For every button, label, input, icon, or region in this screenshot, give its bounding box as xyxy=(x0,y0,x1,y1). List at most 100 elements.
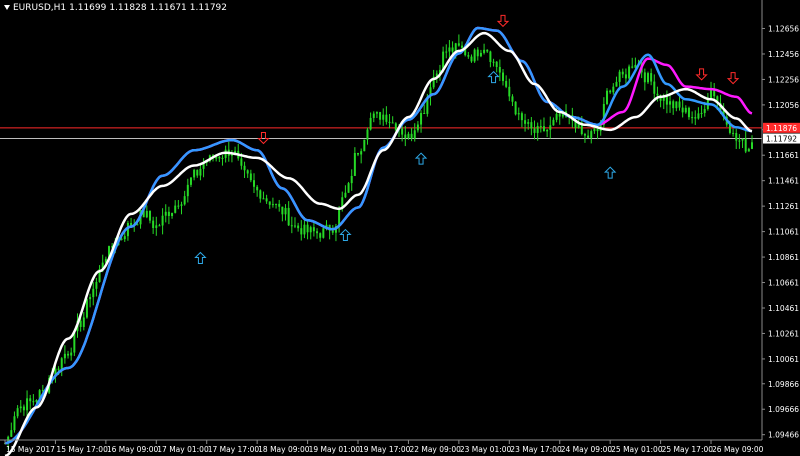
candle-body xyxy=(744,138,747,152)
candle-body xyxy=(681,107,684,113)
candle-body xyxy=(675,101,678,109)
candle-body xyxy=(401,128,404,135)
candle-body xyxy=(123,236,126,240)
candle-body xyxy=(628,66,631,79)
candle-body xyxy=(747,148,750,152)
chevron-down-icon[interactable] xyxy=(4,5,10,10)
candle-body xyxy=(448,47,451,52)
candle-body xyxy=(19,406,22,409)
y-tick-label: 1.10461 xyxy=(768,304,799,313)
candle-body xyxy=(199,168,202,176)
candle-body xyxy=(177,205,180,207)
candle-body xyxy=(609,90,612,93)
candle-body xyxy=(536,126,539,133)
candle-body xyxy=(196,169,199,176)
candle-body xyxy=(287,207,290,226)
y-tick-label: 1.10661 xyxy=(768,279,799,288)
candle-body xyxy=(420,113,423,125)
y-tick-label: 1.12056 xyxy=(768,101,799,110)
candle-body xyxy=(82,317,85,327)
candle-body xyxy=(751,142,753,149)
x-tick-label: 22 May 09:00 xyxy=(409,445,461,454)
candle-body xyxy=(684,107,687,113)
candle-body xyxy=(656,93,659,96)
candle-body xyxy=(92,288,95,298)
x-tick-label: 18 May 09:00 xyxy=(258,445,310,454)
candle-body xyxy=(268,201,271,205)
candle-body xyxy=(10,430,13,437)
candle-body xyxy=(246,170,249,174)
candle-body xyxy=(492,61,495,63)
candle-body xyxy=(549,125,552,130)
candle-body xyxy=(174,205,177,213)
candle-body xyxy=(167,211,170,216)
candle-body xyxy=(473,49,476,62)
candle-body xyxy=(29,398,32,402)
candle-body xyxy=(511,96,514,102)
price-chart[interactable]: 1.126561.124561.122561.120561.118611.116… xyxy=(0,0,800,456)
open-value: 1.11699 xyxy=(69,3,107,13)
candle-body xyxy=(606,90,609,104)
candle-body xyxy=(95,281,98,289)
candle-body xyxy=(32,401,35,403)
low-value: 1.11671 xyxy=(149,3,187,13)
candle-body xyxy=(498,66,501,73)
candle-body xyxy=(650,73,653,82)
candle-body xyxy=(26,398,29,411)
candle-body xyxy=(555,113,558,120)
candle-body xyxy=(240,158,243,166)
candle-body xyxy=(85,299,88,318)
candle-body xyxy=(382,114,385,120)
chart-header[interactable]: EURUSD,H1 1.11699 1.11828 1.11671 1.11792 xyxy=(4,3,230,13)
y-tick-label: 1.11261 xyxy=(768,202,799,211)
candle-body xyxy=(517,113,520,115)
y-tick-label: 1.09666 xyxy=(768,405,799,414)
candle-body xyxy=(369,117,372,130)
candle-body xyxy=(63,353,66,359)
candle-body xyxy=(375,112,378,114)
x-tick-label: 15 May 2017 xyxy=(6,445,55,454)
candle-body xyxy=(593,128,596,132)
candle-body xyxy=(407,133,410,139)
y-tick-label: 1.10061 xyxy=(768,355,799,364)
candle-body xyxy=(180,204,183,206)
candle-body xyxy=(152,220,155,229)
y-tick-label: 1.11661 xyxy=(768,151,799,160)
x-tick-label: 17 May 17:00 xyxy=(208,445,260,454)
y-tick-label: 1.09866 xyxy=(768,380,799,389)
candle-body xyxy=(587,135,590,138)
candle-body xyxy=(631,66,634,68)
candle-body xyxy=(218,156,221,159)
candle-body xyxy=(653,81,656,94)
candle-body xyxy=(558,113,561,117)
candle-body xyxy=(253,180,255,187)
candle-body xyxy=(372,113,375,118)
candle-body xyxy=(524,120,527,124)
y-tick-label: 1.09466 xyxy=(768,431,799,440)
candle-body xyxy=(271,204,274,206)
candle-body xyxy=(70,352,73,356)
candle-body xyxy=(186,184,189,197)
candle-body xyxy=(265,198,268,202)
candle-body xyxy=(489,51,492,63)
candle-body xyxy=(552,119,555,126)
candle-body xyxy=(303,224,306,235)
candle-body xyxy=(262,198,265,200)
candle-body xyxy=(483,49,486,53)
candle-body xyxy=(319,233,322,238)
candle-body xyxy=(646,73,649,83)
x-tick-label: 19 May 17:00 xyxy=(359,445,411,454)
candle-body xyxy=(363,139,366,152)
y-tick-label: 1.12256 xyxy=(768,75,799,84)
candle-body xyxy=(732,132,735,134)
close-value: 1.11792 xyxy=(189,3,227,13)
candle-body xyxy=(136,224,139,226)
candle-body xyxy=(161,215,164,226)
candle-body xyxy=(495,61,498,67)
candle-body xyxy=(155,225,158,229)
candle-body xyxy=(360,151,363,155)
candle-body xyxy=(423,113,426,115)
candle-body xyxy=(275,203,278,205)
candle-body xyxy=(476,49,479,57)
x-tick-label: 19 May 01:00 xyxy=(309,445,361,454)
